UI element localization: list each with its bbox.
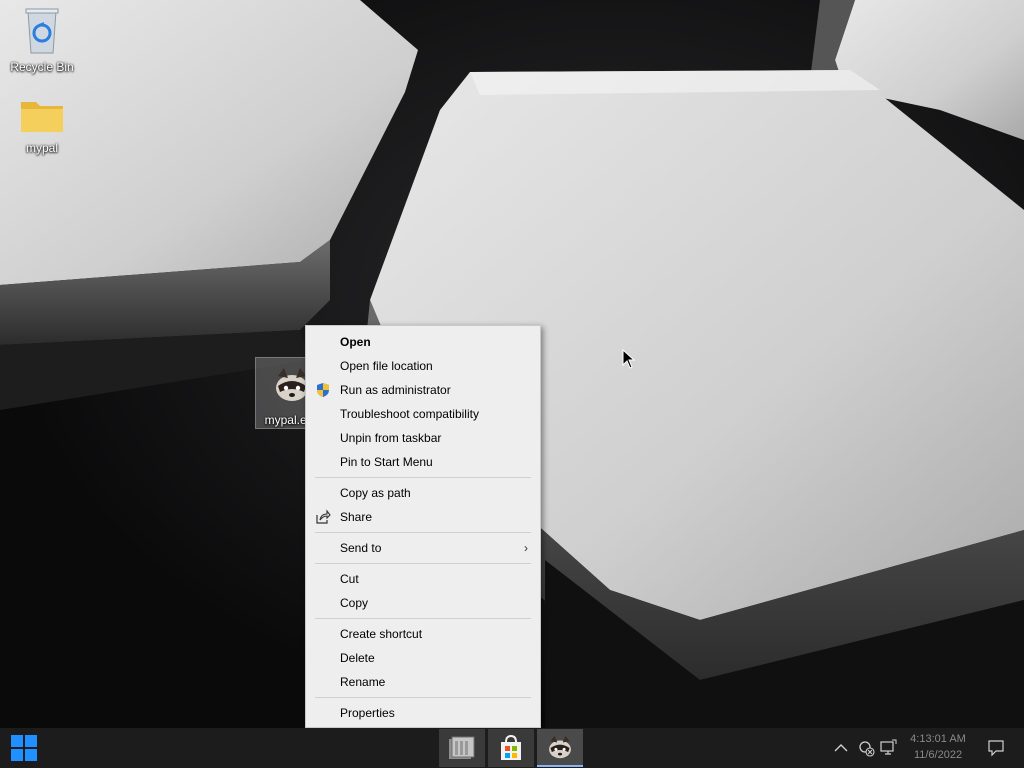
menu-separator (315, 697, 531, 698)
menu-item-rename[interactable]: Rename (306, 670, 540, 694)
folder-icon (21, 102, 63, 132)
taskbar-mypal[interactable] (537, 729, 583, 767)
mouse-cursor-icon (622, 349, 636, 369)
menu-item-run-as-administrator[interactable]: Run as administrator (306, 378, 540, 402)
clock-time: 4:13:01 AM (910, 733, 966, 745)
windows-logo-icon (11, 735, 37, 761)
file-explorer-icon (449, 736, 475, 759)
menu-item-pin-to-start-menu[interactable]: Pin to Start Menu (306, 450, 540, 474)
share-icon (316, 509, 331, 524)
menu-separator (315, 563, 531, 564)
menu-item-create-shortcut[interactable]: Create shortcut (306, 622, 540, 646)
menu-item-copy[interactable]: Copy (306, 591, 540, 615)
desktop-icon-recycle-bin[interactable]: Recycle Bin (5, 5, 79, 74)
menu-item-send-to[interactable]: Send to › (306, 536, 540, 560)
taskbar-store[interactable] (488, 729, 534, 767)
taskbar-clock[interactable]: 4:13:01 AM 11/6/2022 (902, 731, 974, 763)
menu-item-open-file-location[interactable]: Open file location (306, 354, 540, 378)
menu-item-delete[interactable]: Delete (306, 646, 540, 670)
action-center-button[interactable] (984, 728, 1008, 768)
monitor-icon (880, 739, 897, 755)
recycle-bin-icon (25, 8, 59, 54)
menu-separator (315, 618, 531, 619)
menu-item-troubleshoot-compatibility[interactable]: Troubleshoot compatibility (306, 402, 540, 426)
tray-network-button[interactable] (856, 728, 876, 768)
taskbar-file-explorer[interactable] (439, 729, 485, 767)
start-button[interactable] (0, 728, 48, 768)
tray-overflow-button[interactable] (832, 728, 848, 768)
desktop-icon-label: Recycle Bin (10, 60, 74, 74)
mypal-app-icon (549, 735, 571, 759)
taskbar: 4:13:01 AM 11/6/2022 (0, 728, 1024, 768)
menu-item-properties[interactable]: Properties (306, 701, 540, 725)
network-disconnected-icon (859, 741, 875, 757)
chevron-up-icon (834, 744, 848, 752)
store-icon (501, 734, 521, 760)
context-menu: Open Open file location Run as administr… (305, 325, 541, 728)
chevron-right-icon: › (524, 541, 528, 555)
menu-item-open[interactable]: Open (306, 330, 540, 354)
menu-item-cut[interactable]: Cut (306, 567, 540, 591)
notification-icon (988, 740, 1004, 757)
desktop-icon-label: mypal (25, 141, 58, 155)
tray-display-button[interactable] (878, 728, 898, 768)
uac-shield-icon (317, 383, 329, 397)
desktop-icon-mypal-folder[interactable]: mypal (5, 96, 79, 155)
menu-separator (315, 532, 531, 533)
menu-item-copy-as-path[interactable]: Copy as path (306, 481, 540, 505)
menu-item-share[interactable]: Share (306, 505, 540, 529)
clock-date: 11/6/2022 (913, 749, 963, 761)
menu-separator (315, 477, 531, 478)
menu-item-unpin-from-taskbar[interactable]: Unpin from taskbar (306, 426, 540, 450)
